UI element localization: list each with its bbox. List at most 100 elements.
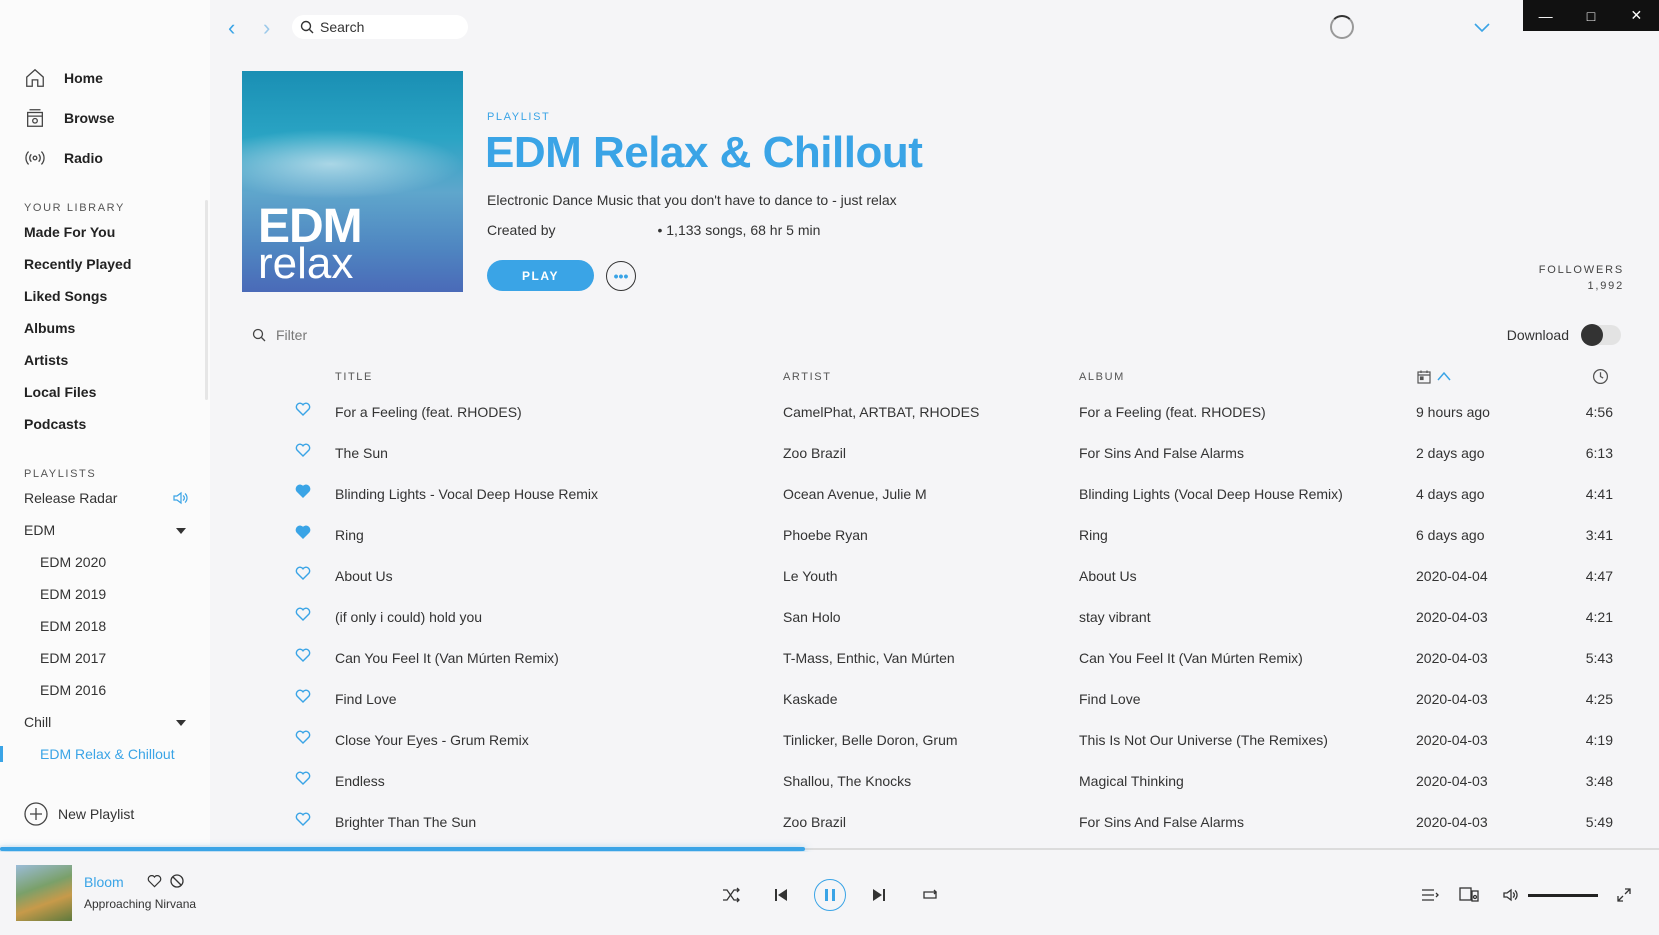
back-arrow-icon[interactable]: ‹ <box>228 17 235 39</box>
table-row[interactable]: For a Feeling (feat. RHODES) CamelPhat, A… <box>0 392 1659 433</box>
track-artist[interactable]: Ocean Avenue, Julie M <box>783 486 927 502</box>
track-date-added: 2020-04-03 <box>1416 691 1488 707</box>
nav-radio[interactable]: Radio <box>24 147 103 169</box>
header-title[interactable]: TITLE <box>335 371 373 383</box>
next-track-icon[interactable] <box>872 888 886 902</box>
library-artists[interactable]: Artists <box>24 352 68 368</box>
search-input[interactable]: Search <box>292 15 468 39</box>
devices-icon[interactable] <box>1459 886 1479 903</box>
download-toggle[interactable] <box>1581 324 1621 346</box>
heart-icon[interactable] <box>295 689 311 706</box>
track-album[interactable]: About Us <box>1079 568 1137 584</box>
playlist-meta: Created by • 1,133 songs, 68 hr 5 min <box>487 222 820 238</box>
library-liked-songs[interactable]: Liked Songs <box>24 288 107 304</box>
heart-icon[interactable] <box>295 402 311 419</box>
nav-home[interactable]: Home <box>24 67 103 89</box>
table-row[interactable]: Endless Shallou, The Knocks Magical Thinki… <box>0 761 1659 802</box>
pause-bar-left <box>825 889 828 901</box>
table-row[interactable]: Ring Phoebe Ryan Ring 6 days ago 3:41 <box>0 515 1659 556</box>
table-row[interactable]: Can You Feel It (Van Múrten Remix) T-Mass… <box>0 638 1659 679</box>
track-artist[interactable]: Kaskade <box>783 691 837 707</box>
table-row[interactable]: About Us Le Youth About Us 2020-04-04 4:47 <box>0 556 1659 597</box>
pause-button[interactable] <box>814 879 846 911</box>
track-album[interactable]: For Sins And False Alarms <box>1079 814 1244 830</box>
creator-name[interactable] <box>555 222 657 238</box>
heart-icon[interactable] <box>295 812 311 829</box>
repeat-icon[interactable] <box>921 887 939 903</box>
library-albums[interactable]: Albums <box>24 320 75 336</box>
chevron-down-icon[interactable] <box>1474 20 1490 38</box>
playlist-stats: • 1,133 songs, 68 hr 5 min <box>657 222 821 238</box>
nav-browse[interactable]: Browse <box>24 107 115 129</box>
track-artist[interactable]: Zoo Brazil <box>783 445 846 461</box>
track-album[interactable]: Magical Thinking <box>1079 773 1184 789</box>
now-playing-title[interactable]: Bloom <box>84 874 124 890</box>
heart-filled-icon[interactable] <box>295 484 311 501</box>
track-album[interactable]: For a Feeling (feat. RHODES) <box>1079 404 1266 420</box>
table-row[interactable]: Blinding Lights - Vocal Deep House Remix… <box>0 474 1659 515</box>
table-row[interactable]: Brighter Than The Sun Zoo Brazil For Sins … <box>0 802 1659 843</box>
track-artist[interactable]: Tinlicker, Belle Doron, Grum <box>783 732 958 748</box>
heart-filled-icon[interactable] <box>295 525 311 542</box>
track-artist[interactable]: San Holo <box>783 609 841 625</box>
now-playing-artist[interactable]: Approaching Nirvana <box>84 897 196 911</box>
sort-ascending-icon[interactable] <box>1437 371 1451 381</box>
fullscreen-icon[interactable] <box>1617 888 1631 902</box>
track-title: Close Your Eyes - Grum Remix <box>335 732 529 748</box>
track-duration: 3:41 <box>1585 527 1613 543</box>
track-artist[interactable]: T-Mass, Enthic, Van Múrten <box>783 650 955 666</box>
sidebar-scrollbar[interactable] <box>205 200 208 400</box>
minimize-icon[interactable]: — <box>1523 0 1568 31</box>
close-icon[interactable]: ✕ <box>1614 0 1659 31</box>
now-playing-art[interactable] <box>16 865 72 921</box>
track-artist[interactable]: Phoebe Ryan <box>783 527 868 543</box>
track-album[interactable]: Find Love <box>1079 691 1140 707</box>
heart-icon[interactable] <box>295 566 311 583</box>
track-album[interactable]: Ring <box>1079 527 1108 543</box>
volume-icon[interactable] <box>1502 887 1520 903</box>
track-album[interactable]: Can You Feel It (Van Múrten Remix) <box>1079 650 1303 666</box>
track-album[interactable]: stay vibrant <box>1079 609 1151 625</box>
play-button[interactable]: PLAY <box>487 260 594 291</box>
heart-icon[interactable] <box>295 771 311 788</box>
table-row[interactable]: Find Love Kaskade Find Love 2020-04-03 4:25 <box>0 679 1659 720</box>
heart-icon[interactable] <box>147 874 162 888</box>
forward-arrow-icon[interactable]: › <box>263 17 270 39</box>
previous-track-icon[interactable] <box>774 888 788 902</box>
created-by-label: Created by <box>487 222 556 238</box>
table-row[interactable]: (if only i could) hold you San Holo stay v… <box>0 597 1659 638</box>
track-artist[interactable]: Le Youth <box>783 568 838 584</box>
track-duration: 5:49 <box>1585 814 1613 830</box>
track-date-added: 2020-04-03 <box>1416 814 1488 830</box>
shuffle-icon[interactable] <box>722 887 740 903</box>
heart-icon[interactable] <box>295 443 311 460</box>
header-album[interactable]: ALBUM <box>1079 371 1125 383</box>
track-album[interactable]: This Is Not Our Universe (The Remixes) <box>1079 732 1328 748</box>
track-artist[interactable]: Zoo Brazil <box>783 814 846 830</box>
table-row[interactable]: The Sun Zoo Brazil For Sins And False Alar… <box>0 433 1659 474</box>
maximize-icon[interactable]: □ <box>1568 0 1613 31</box>
window-controls: — □ ✕ <box>1523 0 1659 31</box>
track-title: Brighter Than The Sun <box>335 814 477 830</box>
progress-bar[interactable] <box>0 847 1659 851</box>
calendar-icon[interactable] <box>1416 369 1432 385</box>
library-recently-played[interactable]: Recently Played <box>24 256 131 272</box>
table-row[interactable]: Close Your Eyes - Grum Remix Tinlicker, B… <box>0 720 1659 761</box>
block-icon[interactable] <box>170 874 184 888</box>
heart-icon[interactable] <box>295 648 311 665</box>
toggle-knob <box>1581 324 1603 346</box>
header-artist[interactable]: ARTIST <box>783 371 832 383</box>
track-duration: 4:19 <box>1585 732 1613 748</box>
track-date-added: 6 days ago <box>1416 527 1485 543</box>
track-artist[interactable]: Shallou, The Knocks <box>783 773 911 789</box>
heart-icon[interactable] <box>295 607 311 624</box>
filter-input[interactable]: Filter <box>252 327 307 343</box>
track-album[interactable]: Blinding Lights (Vocal Deep House Remix) <box>1079 486 1343 502</box>
heart-icon[interactable] <box>295 730 311 747</box>
track-album[interactable]: For Sins And False Alarms <box>1079 445 1244 461</box>
library-made-for-you[interactable]: Made For You <box>24 224 115 240</box>
volume-slider[interactable] <box>1528 894 1598 897</box>
queue-icon[interactable] <box>1421 887 1439 903</box>
track-artist[interactable]: CamelPhat, ARTBAT, RHODES <box>783 404 979 420</box>
more-options-icon[interactable]: ••• <box>606 261 636 291</box>
